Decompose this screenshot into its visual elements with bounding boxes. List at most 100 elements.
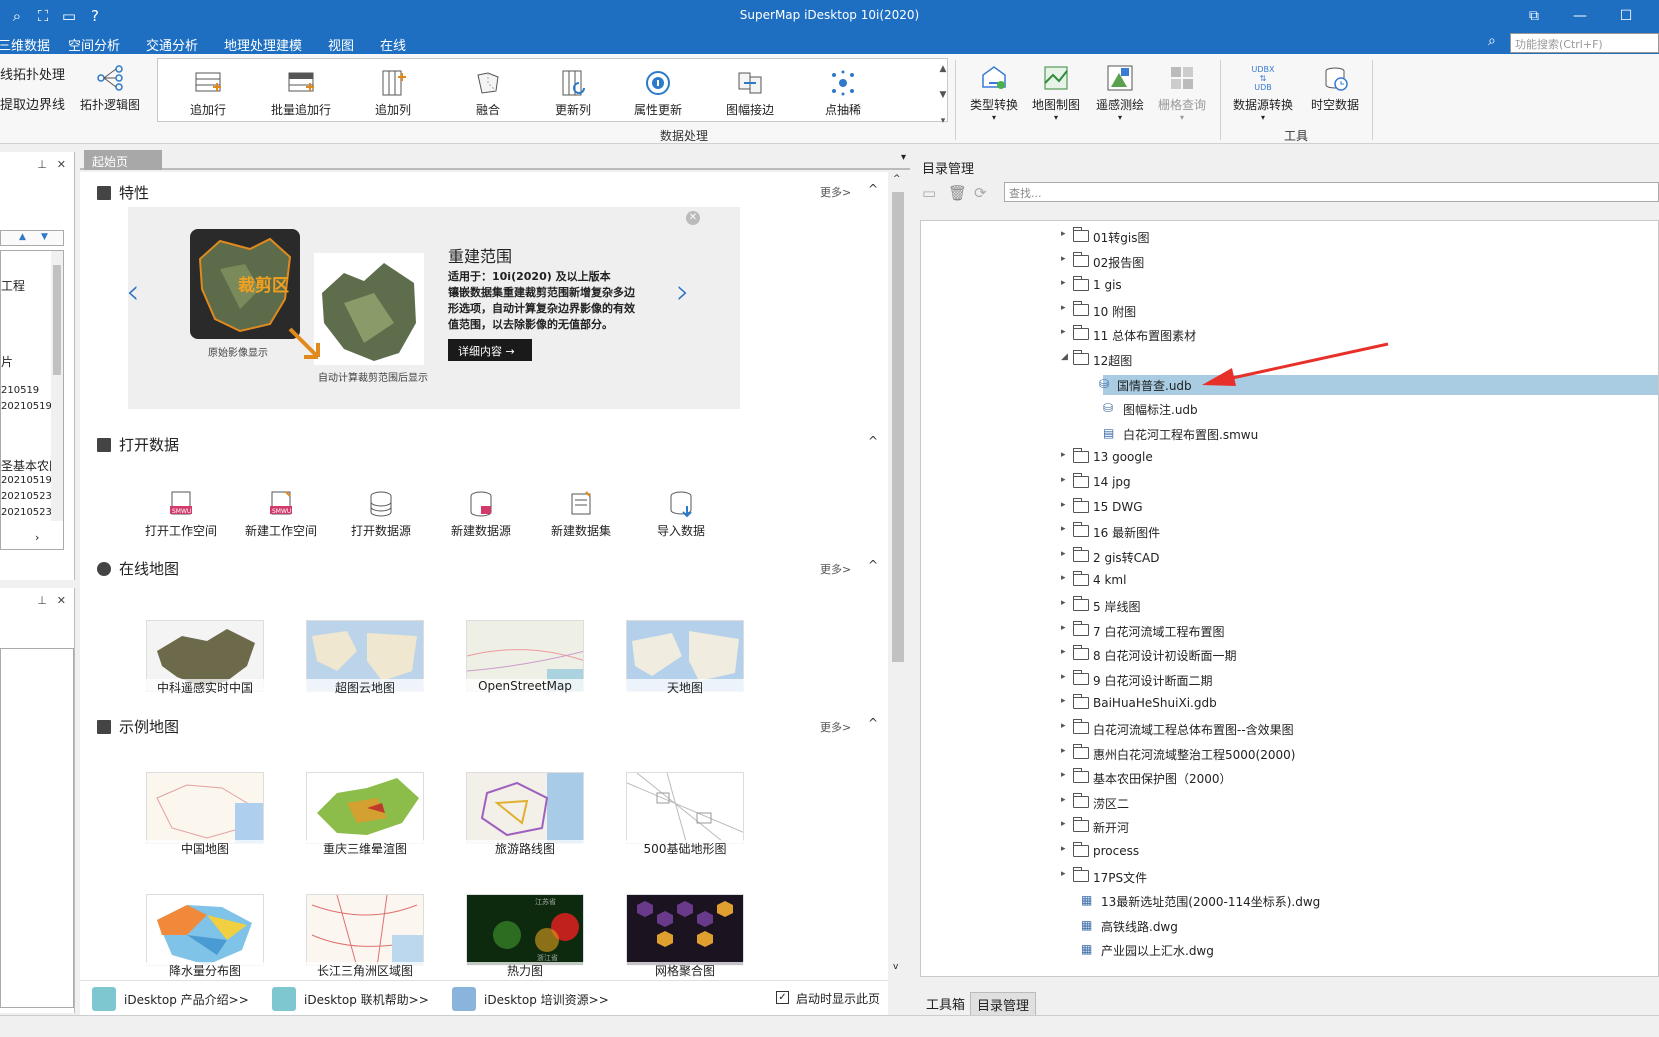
open-workspace-button[interactable]: SMWU 打开工作空间 bbox=[140, 490, 222, 539]
collapse-arrow-icon[interactable]: ▸ bbox=[1061, 303, 1066, 313]
tree-file-item[interactable]: ▦ 产业园以上汇水.dwg bbox=[1069, 940, 1658, 960]
tree-scroll-thumb[interactable] bbox=[53, 265, 61, 375]
tree-file-item[interactable]: ▦ 13最新选址范围(2000-114坐标系).dwg bbox=[1069, 891, 1658, 911]
tree-folder-item[interactable]: ▸ 9 白花河设计断面二期 bbox=[1061, 669, 1658, 690]
topology-logic-button[interactable]: 拓扑逻辑图 bbox=[75, 62, 145, 113]
function-search-icon[interactable]: ⌕ bbox=[1488, 33, 1496, 49]
open-datasource-button[interactable]: 打开数据源 bbox=[340, 490, 422, 539]
collapse-arrow-icon[interactable]: ▸ bbox=[1061, 647, 1066, 657]
chevron-down-icon[interactable]: ▾ bbox=[901, 152, 906, 163]
function-search-input[interactable]: 功能搜索(Ctrl+F) bbox=[1510, 33, 1659, 53]
tree-folder-item[interactable]: ▸ 7 白花河流域工程布置图 bbox=[1061, 620, 1658, 641]
carousel-prev-icon[interactable]: ‹ bbox=[126, 272, 140, 312]
close-icon[interactable]: ✕ bbox=[57, 158, 66, 171]
details-button[interactable]: 详细内容 → bbox=[448, 339, 532, 361]
collapse-arrow-icon[interactable]: ▸ bbox=[1061, 524, 1066, 534]
new-datasource-button[interactable]: 新建数据源 bbox=[440, 490, 522, 539]
sample-map-thumb[interactable] bbox=[626, 772, 744, 844]
collapse-arrow-icon[interactable]: ▸ bbox=[1061, 475, 1066, 485]
tree-folder-item[interactable]: ▸ 1 gis bbox=[1061, 276, 1658, 296]
online-map-label[interactable]: OpenStreetMap bbox=[466, 679, 584, 693]
move-up-icon[interactable]: ▲ bbox=[19, 232, 26, 242]
menu-online[interactable]: 在线 bbox=[380, 35, 406, 54]
gallery-scroll[interactable]: ▲ ▼ ▾ bbox=[937, 64, 949, 126]
collapse-arrow-icon[interactable]: ▸ bbox=[1061, 327, 1066, 337]
tree-fragment[interactable]: 工程 bbox=[1, 277, 25, 294]
type-conversion-button[interactable]: 类型转换 ▾ bbox=[962, 62, 1026, 122]
collapse-arrow-icon[interactable]: ▸ bbox=[1061, 598, 1066, 608]
features-more-link[interactable]: 更多> bbox=[820, 184, 851, 200]
collapse-arrow-icon[interactable]: ▸ bbox=[1061, 721, 1066, 731]
tree-folder-item[interactable]: ▸ 15 DWG bbox=[1061, 497, 1658, 518]
product-intro-link[interactable]: iDesktop 产品介绍>> bbox=[124, 991, 249, 1008]
tree-folder-item[interactable]: ▸ 白花河流域工程总体布置图--含效果图 bbox=[1061, 719, 1658, 739]
tree-folder-item[interactable]: ▸ process bbox=[1061, 842, 1658, 862]
sample-map-thumb[interactable] bbox=[306, 894, 424, 966]
tree-fragment[interactable]: 20210523 bbox=[1, 491, 52, 502]
online-maps-more-link[interactable]: 更多> bbox=[820, 561, 851, 577]
menu-view[interactable]: 视图 bbox=[328, 35, 354, 54]
point-thinning-button[interactable]: 点抽稀 bbox=[813, 67, 873, 118]
tree-folder-item[interactable]: ▸ 涝区二 bbox=[1061, 792, 1658, 813]
dissolve-button[interactable]: 融合 bbox=[458, 67, 518, 118]
collapse-arrow-icon[interactable]: ▸ bbox=[1061, 573, 1066, 583]
pin-icon[interactable]: ⊥ bbox=[37, 158, 47, 171]
tree-folder-item[interactable]: ▸ 01转gis图 bbox=[1061, 227, 1658, 247]
sample-maps-more-link[interactable]: 更多> bbox=[820, 719, 851, 735]
sample-map-label[interactable]: 网格聚合图 bbox=[626, 962, 744, 979]
collapse-arrow-icon[interactable]: ▸ bbox=[1061, 770, 1066, 780]
collapse-arrow-icon[interactable]: ▸ bbox=[1061, 795, 1066, 805]
start-page-scrollbar[interactable]: ^ v bbox=[888, 172, 908, 980]
new-folder-icon[interactable]: ▭ bbox=[922, 184, 936, 202]
collapse-arrow-icon[interactable]: ▸ bbox=[1061, 844, 1066, 854]
tab-catalog-manager[interactable]: 目录管理 bbox=[970, 992, 1037, 1017]
scroll-right-icon[interactable]: › bbox=[35, 531, 39, 544]
collapse-icon[interactable]: ^ bbox=[868, 182, 878, 196]
collapse-arrow-icon[interactable]: ▸ bbox=[1061, 500, 1066, 510]
tree-folder-item[interactable]: ▸ 16 最新图件 bbox=[1061, 522, 1658, 542]
collapse-arrow-icon[interactable]: ▸ bbox=[1061, 549, 1066, 559]
sample-map-label[interactable]: 长江三角洲区域图 bbox=[306, 962, 424, 979]
sample-map-thumb[interactable] bbox=[466, 772, 584, 844]
menu-3d-data[interactable]: 三维数据 bbox=[0, 35, 50, 54]
collapse-arrow-icon[interactable]: ▸ bbox=[1061, 696, 1066, 706]
tree-scrollbar[interactable] bbox=[51, 251, 63, 521]
collapse-icon[interactable]: ^ bbox=[868, 558, 878, 572]
append-row-button[interactable]: 追加行 bbox=[178, 67, 238, 118]
online-map-label[interactable]: 中科遥感实时中国 bbox=[146, 679, 264, 696]
collapse-icon[interactable]: ^ bbox=[868, 716, 878, 730]
sample-map-label[interactable]: 500基础地形图 bbox=[626, 840, 744, 857]
tree-folder-item[interactable]: ▸ 10 附图 bbox=[1061, 300, 1658, 321]
sample-map-label[interactable]: 旅游路线图 bbox=[466, 840, 584, 857]
collapse-icon[interactable]: ^ bbox=[868, 434, 878, 448]
menu-traffic-analysis[interactable]: 交通分析 bbox=[146, 35, 198, 54]
line-topology-button[interactable]: 线拓扑处理 bbox=[0, 64, 65, 83]
scroll-up-icon[interactable]: ^ bbox=[893, 174, 901, 184]
extract-boundary-button[interactable]: 提取边界线 bbox=[0, 94, 65, 113]
menu-geoprocessing[interactable]: 地理处理建模 bbox=[224, 35, 302, 54]
cartography-button[interactable]: 地图制图 ▾ bbox=[1026, 62, 1086, 122]
tree-folder-item[interactable]: ▸ 13 google bbox=[1061, 448, 1658, 468]
tree-folder-item[interactable]: ▸ 8 白花河设计初设断面一期 bbox=[1061, 645, 1658, 665]
tree-folder-item[interactable]: ▸ 02报告图 bbox=[1061, 251, 1658, 272]
show-on-start-checkbox[interactable]: ✓ bbox=[776, 991, 789, 1004]
tree-folder-item[interactable]: ▸ BaiHuaHeShuiXi.gdb bbox=[1061, 694, 1658, 714]
tree-folder-item[interactable]: ▸ 新开河 bbox=[1061, 817, 1658, 837]
tree-folder-item[interactable]: ▸ 2 gis转CAD bbox=[1061, 546, 1658, 567]
online-help-link[interactable]: iDesktop 联机帮助>> bbox=[304, 991, 429, 1008]
batch-append-row-button[interactable]: 批量追加行 bbox=[263, 67, 339, 118]
sheet-edge-join-button[interactable]: 图幅接边 bbox=[718, 67, 782, 118]
append-column-button[interactable]: 追加列 bbox=[363, 67, 423, 118]
minimize-icon[interactable]: — bbox=[1557, 2, 1603, 30]
import-data-button[interactable]: 导入数据 bbox=[640, 490, 722, 539]
tree-fragment[interactable]: 20210523 bbox=[1, 507, 52, 518]
sample-map-label[interactable]: 热力图 bbox=[466, 962, 584, 979]
maximize-icon[interactable]: ☐ bbox=[1603, 2, 1649, 30]
tree-fragment[interactable]: 20210519 bbox=[1, 401, 52, 412]
refresh-icon[interactable]: ⟳ bbox=[974, 184, 987, 202]
collapse-arrow-icon[interactable]: ▸ bbox=[1061, 450, 1066, 460]
menu-spatial-analysis[interactable]: 空间分析 bbox=[68, 35, 120, 54]
sample-map-label[interactable]: 降水量分布图 bbox=[146, 962, 264, 979]
scroll-down-icon[interactable]: v bbox=[893, 962, 898, 972]
online-map-label[interactable]: 天地图 bbox=[626, 679, 744, 696]
